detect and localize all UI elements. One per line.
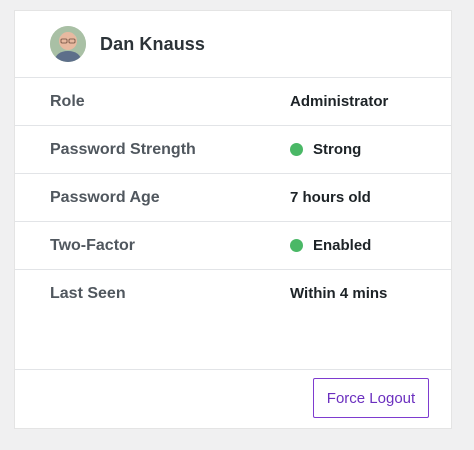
detail-label: Role	[50, 92, 85, 110]
detail-label: Password Age	[50, 188, 160, 206]
detail-value: Administrator	[290, 93, 388, 110]
user-name: Dan Knauss	[100, 33, 206, 54]
detail-row-role: Role Administrator	[15, 78, 451, 126]
detail-row-password-strength: Password Strength Strong	[15, 126, 451, 174]
detail-label: Two-Factor	[50, 236, 136, 254]
last-seen-value: Within 4 mins	[290, 285, 388, 302]
detail-row-last-seen: Last Seen Within 4 mins	[15, 270, 451, 317]
user-security-card: Dan Knauss Role Administrator Password S…	[14, 10, 452, 429]
detail-label: Password Strength	[50, 140, 196, 158]
detail-value: Enabled	[290, 237, 371, 254]
two-factor-value: Enabled	[313, 237, 372, 254]
user-details-list: Role Administrator Password Strength Str…	[15, 78, 451, 317]
avatar	[50, 26, 86, 62]
detail-value: Within 4 mins	[290, 285, 387, 302]
card-footer: Force Logout	[15, 369, 451, 428]
detail-value: Strong	[290, 141, 361, 158]
detail-row-password-age: Password Age 7 hours old	[15, 174, 451, 222]
password-age-value: 7 hours old	[290, 189, 371, 206]
role-value: Administrator	[290, 93, 389, 110]
user-header: Dan Knauss	[15, 11, 451, 78]
detail-row-two-factor: Two-Factor Enabled	[15, 222, 451, 270]
status-dot-icon	[290, 239, 303, 252]
force-logout-button[interactable]: Force Logout	[313, 378, 429, 418]
password-strength-value: Strong	[313, 141, 362, 158]
detail-label: Last Seen	[50, 284, 126, 302]
detail-value: 7 hours old	[290, 189, 371, 206]
status-dot-icon	[290, 143, 303, 156]
